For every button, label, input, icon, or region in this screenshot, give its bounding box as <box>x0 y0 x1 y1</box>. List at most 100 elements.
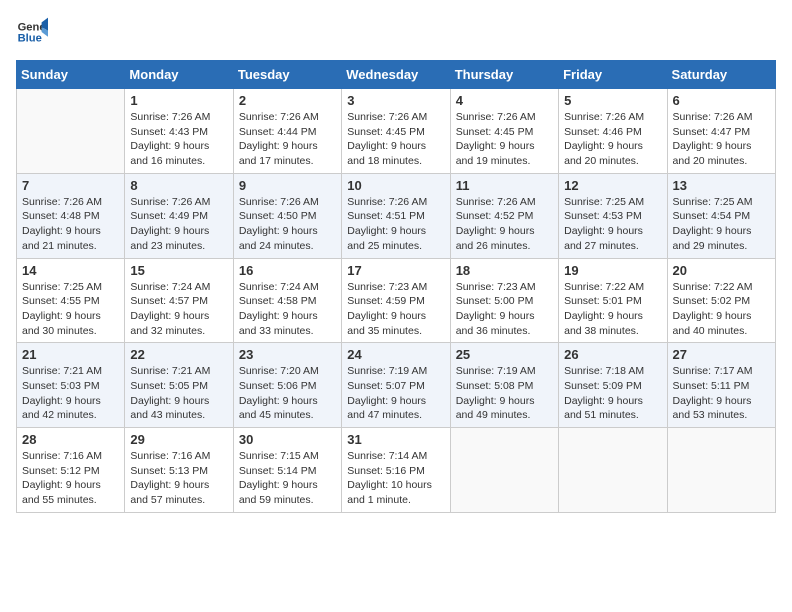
calendar-week-row: 28Sunrise: 7:16 AM Sunset: 5:12 PM Dayli… <box>17 428 776 513</box>
day-number: 7 <box>22 178 119 193</box>
day-info: Sunrise: 7:24 AM Sunset: 4:58 PM Dayligh… <box>239 280 336 339</box>
day-number: 9 <box>239 178 336 193</box>
calendar-day-cell: 27 Sunrise: 7:17 AM Sunset: 5:11 PM Dayli… <box>667 343 775 428</box>
calendar-day-cell: 12Sunrise: 7:25 AM Sunset: 4:53 PM Dayli… <box>559 173 667 258</box>
calendar-day-cell: 3 Sunrise: 7:26 AM Sunset: 4:45 PM Daylig… <box>342 89 450 174</box>
day-number: 3 <box>347 93 444 108</box>
calendar-week-row: 1 Sunrise: 7:26 AM Sunset: 4:43 PM Daylig… <box>17 89 776 174</box>
calendar-day-cell: 22Sunrise: 7:21 AM Sunset: 5:05 PM Dayli… <box>125 343 233 428</box>
day-number: 29 <box>130 432 227 447</box>
calendar-day-cell: 30 Sunrise: 7:15 AM Sunset: 5:14 PM Dayli… <box>233 428 341 513</box>
weekday-header: Saturday <box>667 61 775 89</box>
day-info: Sunrise: 7:25 AM Sunset: 4:53 PM Dayligh… <box>564 195 661 254</box>
calendar-day-cell: 17 Sunrise: 7:23 AM Sunset: 4:59 PM Dayli… <box>342 258 450 343</box>
day-info: Sunrise: 7:14 AM Sunset: 5:16 PM Dayligh… <box>347 449 444 508</box>
calendar-day-cell: 18 Sunrise: 7:23 AM Sunset: 5:00 PM Dayli… <box>450 258 558 343</box>
calendar-day-cell: 4 Sunrise: 7:26 AM Sunset: 4:45 PM Daylig… <box>450 89 558 174</box>
calendar-day-cell <box>450 428 558 513</box>
calendar-day-cell: 10Sunrise: 7:26 AM Sunset: 4:51 PM Dayli… <box>342 173 450 258</box>
svg-text:Blue: Blue <box>18 33 42 45</box>
day-info: Sunrise: 7:22 AM Sunset: 5:01 PM Dayligh… <box>564 280 661 339</box>
calendar-day-cell: 25 Sunrise: 7:19 AM Sunset: 5:08 PM Dayli… <box>450 343 558 428</box>
day-number: 27 <box>673 347 770 362</box>
day-number: 30 <box>239 432 336 447</box>
calendar-day-cell: 23 Sunrise: 7:20 AM Sunset: 5:06 PM Dayli… <box>233 343 341 428</box>
day-number: 21 <box>22 347 119 362</box>
calendar-day-cell: 7Sunrise: 7:26 AM Sunset: 4:48 PM Daylig… <box>17 173 125 258</box>
calendar-body: 1 Sunrise: 7:26 AM Sunset: 4:43 PM Daylig… <box>17 89 776 513</box>
calendar-day-cell: 19 Sunrise: 7:22 AM Sunset: 5:01 PM Dayli… <box>559 258 667 343</box>
day-info: Sunrise: 7:25 AM Sunset: 4:55 PM Dayligh… <box>22 280 119 339</box>
day-info: Sunrise: 7:26 AM Sunset: 4:45 PM Dayligh… <box>456 110 553 169</box>
calendar-day-cell: 14 Sunrise: 7:25 AM Sunset: 4:55 PM Dayli… <box>17 258 125 343</box>
day-info: Sunrise: 7:26 AM Sunset: 4:43 PM Dayligh… <box>130 110 227 169</box>
logo-icon: General Blue <box>16 16 48 48</box>
day-number: 24 <box>347 347 444 362</box>
weekday-header: Wednesday <box>342 61 450 89</box>
calendar-day-cell: 15 Sunrise: 7:24 AM Sunset: 4:57 PM Dayli… <box>125 258 233 343</box>
calendar-day-cell: 2 Sunrise: 7:26 AM Sunset: 4:44 PM Daylig… <box>233 89 341 174</box>
day-info: Sunrise: 7:24 AM Sunset: 4:57 PM Dayligh… <box>130 280 227 339</box>
day-info: Sunrise: 7:17 AM Sunset: 5:11 PM Dayligh… <box>673 364 770 423</box>
calendar-day-cell: 20 Sunrise: 7:22 AM Sunset: 5:02 PM Dayli… <box>667 258 775 343</box>
day-info: Sunrise: 7:19 AM Sunset: 5:07 PM Dayligh… <box>347 364 444 423</box>
day-info: Sunrise: 7:26 AM Sunset: 4:44 PM Dayligh… <box>239 110 336 169</box>
day-info: Sunrise: 7:21 AM Sunset: 5:03 PM Dayligh… <box>22 364 119 423</box>
day-number: 25 <box>456 347 553 362</box>
calendar-day-cell: 8Sunrise: 7:26 AM Sunset: 4:49 PM Daylig… <box>125 173 233 258</box>
day-info: Sunrise: 7:26 AM Sunset: 4:52 PM Dayligh… <box>456 195 553 254</box>
day-info: Sunrise: 7:26 AM Sunset: 4:51 PM Dayligh… <box>347 195 444 254</box>
weekday-header: Tuesday <box>233 61 341 89</box>
calendar-week-row: 7Sunrise: 7:26 AM Sunset: 4:48 PM Daylig… <box>17 173 776 258</box>
day-number: 15 <box>130 263 227 278</box>
day-number: 5 <box>564 93 661 108</box>
calendar-week-row: 21 Sunrise: 7:21 AM Sunset: 5:03 PM Dayli… <box>17 343 776 428</box>
day-number: 14 <box>22 263 119 278</box>
calendar-day-cell: 28Sunrise: 7:16 AM Sunset: 5:12 PM Dayli… <box>17 428 125 513</box>
weekday-header: Thursday <box>450 61 558 89</box>
page-header: General Blue <box>16 16 776 48</box>
calendar-day-cell <box>667 428 775 513</box>
logo: General Blue <box>16 16 48 48</box>
day-info: Sunrise: 7:26 AM Sunset: 4:49 PM Dayligh… <box>130 195 227 254</box>
day-number: 31 <box>347 432 444 447</box>
weekday-header: Sunday <box>17 61 125 89</box>
day-info: Sunrise: 7:21 AM Sunset: 5:05 PM Dayligh… <box>130 364 227 423</box>
calendar-day-cell <box>17 89 125 174</box>
day-number: 1 <box>130 93 227 108</box>
day-info: Sunrise: 7:19 AM Sunset: 5:08 PM Dayligh… <box>456 364 553 423</box>
calendar-day-cell <box>559 428 667 513</box>
calendar-day-cell: 1 Sunrise: 7:26 AM Sunset: 4:43 PM Daylig… <box>125 89 233 174</box>
day-info: Sunrise: 7:23 AM Sunset: 4:59 PM Dayligh… <box>347 280 444 339</box>
day-number: 13 <box>673 178 770 193</box>
calendar-table: SundayMondayTuesdayWednesdayThursdayFrid… <box>16 60 776 513</box>
day-number: 23 <box>239 347 336 362</box>
calendar-week-row: 14 Sunrise: 7:25 AM Sunset: 4:55 PM Dayli… <box>17 258 776 343</box>
day-info: Sunrise: 7:22 AM Sunset: 5:02 PM Dayligh… <box>673 280 770 339</box>
day-number: 19 <box>564 263 661 278</box>
day-info: Sunrise: 7:26 AM Sunset: 4:50 PM Dayligh… <box>239 195 336 254</box>
day-number: 6 <box>673 93 770 108</box>
day-info: Sunrise: 7:20 AM Sunset: 5:06 PM Dayligh… <box>239 364 336 423</box>
day-number: 11 <box>456 178 553 193</box>
day-number: 17 <box>347 263 444 278</box>
calendar-day-cell: 26 Sunrise: 7:18 AM Sunset: 5:09 PM Dayli… <box>559 343 667 428</box>
day-info: Sunrise: 7:26 AM Sunset: 4:45 PM Dayligh… <box>347 110 444 169</box>
weekday-header: Friday <box>559 61 667 89</box>
day-number: 4 <box>456 93 553 108</box>
calendar-day-cell: 11 Sunrise: 7:26 AM Sunset: 4:52 PM Dayli… <box>450 173 558 258</box>
day-info: Sunrise: 7:26 AM Sunset: 4:47 PM Dayligh… <box>673 110 770 169</box>
day-number: 16 <box>239 263 336 278</box>
calendar-day-cell: 13 Sunrise: 7:25 AM Sunset: 4:54 PM Dayli… <box>667 173 775 258</box>
day-number: 26 <box>564 347 661 362</box>
day-number: 28 <box>22 432 119 447</box>
day-number: 2 <box>239 93 336 108</box>
calendar-day-cell: 6 Sunrise: 7:26 AM Sunset: 4:47 PM Daylig… <box>667 89 775 174</box>
day-number: 18 <box>456 263 553 278</box>
day-info: Sunrise: 7:15 AM Sunset: 5:14 PM Dayligh… <box>239 449 336 508</box>
day-info: Sunrise: 7:23 AM Sunset: 5:00 PM Dayligh… <box>456 280 553 339</box>
calendar-day-cell: 29Sunrise: 7:16 AM Sunset: 5:13 PM Dayli… <box>125 428 233 513</box>
day-number: 20 <box>673 263 770 278</box>
day-info: Sunrise: 7:25 AM Sunset: 4:54 PM Dayligh… <box>673 195 770 254</box>
day-info: Sunrise: 7:18 AM Sunset: 5:09 PM Dayligh… <box>564 364 661 423</box>
